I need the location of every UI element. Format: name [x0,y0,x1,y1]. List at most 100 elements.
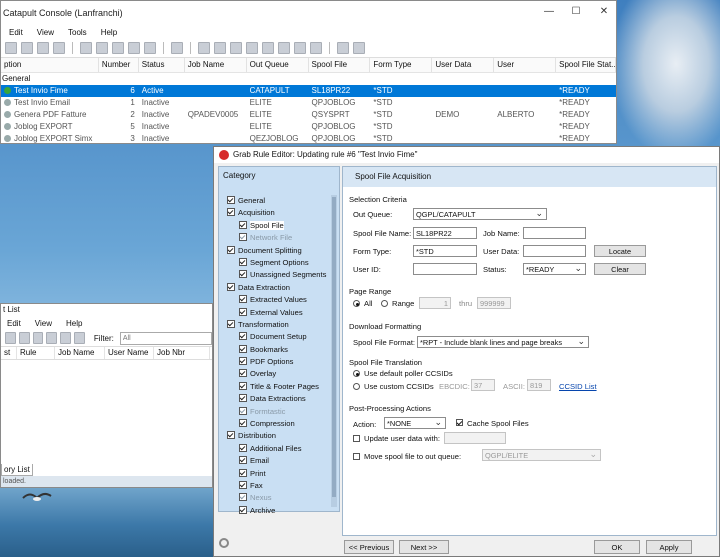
category-checkbox[interactable] [239,480,247,489]
apply-button[interactable]: Apply [646,540,692,554]
toolbar-edit-icon[interactable] [112,42,124,54]
col-st[interactable]: st [1,347,17,359]
ccsid-list-link[interactable]: CCSID List [559,382,597,391]
history-list-tab[interactable]: ory List [1,464,33,476]
toolbar-stepforward-icon[interactable] [310,42,322,54]
col-job-name[interactable]: Job Name [185,58,247,72]
close-icon[interactable]: ✕ [596,5,612,19]
category-item[interactable]: Archive [221,505,331,517]
category-item[interactable]: Compression [221,418,331,430]
clear-button[interactable]: Clear [594,263,646,275]
rl-toolbar-icon[interactable] [60,332,72,344]
category-item[interactable]: Transformation [221,319,331,331]
category-item[interactable]: Acquisition [221,207,331,219]
page-range-range-radio[interactable] [381,300,388,307]
status-select[interactable]: *READY [523,263,586,275]
page-range-all-radio[interactable] [353,300,360,307]
category-checkbox[interactable] [239,419,247,428]
rl-menu-edit[interactable]: Edit [7,319,21,328]
category-checkbox[interactable] [239,357,247,366]
category-checkbox[interactable] [239,332,247,341]
category-item[interactable]: PDF Options [221,356,331,368]
locate-button[interactable]: Locate [594,245,646,257]
category-item[interactable]: External Values [221,307,331,319]
toolbar-paste-icon[interactable] [96,42,108,54]
user-id-input[interactable] [413,263,477,275]
col-user[interactable]: User [494,58,557,72]
category-checkbox[interactable] [239,406,247,415]
menu-tools[interactable]: Tools [68,28,87,37]
category-checkbox[interactable] [239,381,247,390]
page-from-input[interactable]: 1 [419,297,451,309]
category-item[interactable]: Segment Options [221,257,331,269]
toolbar-delete-icon[interactable] [37,42,49,54]
col-description[interactable]: ption [1,58,99,72]
rl-toolbar-icon[interactable] [74,332,85,344]
update-user-data-input[interactable] [444,432,506,444]
category-item[interactable]: Network File [221,232,331,244]
minimize-icon[interactable]: — [541,5,557,19]
job-name-input[interactable] [523,227,586,239]
category-checkbox[interactable] [239,233,247,242]
spool-name-input[interactable]: SL18PR22 [413,227,477,239]
page-thru-input[interactable]: 999999 [477,297,511,309]
col-job-name[interactable]: Job Name [55,347,105,359]
toolbar-sync-icon[interactable] [171,42,183,54]
category-checkbox[interactable] [239,394,247,403]
toolbar-stop-icon[interactable] [144,42,156,54]
maximize-icon[interactable]: ☐ [568,5,584,19]
toolbar-settings-icon[interactable] [353,42,365,54]
table-row[interactable]: Test Invio Email 1 Inactive ELITE QPJOBLOG *S… [1,97,616,109]
category-checkbox[interactable] [239,220,247,229]
category-scrollbar[interactable] [331,195,337,507]
table-row[interactable]: Test Invio Fime 6 Active CATAPULT SL18PR22 *S… [1,85,616,97]
category-checkbox[interactable] [239,369,247,378]
ok-button[interactable]: OK [594,540,640,554]
form-type-input[interactable]: *STD [413,245,477,257]
group-general[interactable]: General [1,73,616,85]
menu-view[interactable]: View [37,28,54,37]
action-select[interactable]: *NONE [384,417,446,429]
rl-toolbar-icon[interactable] [18,332,30,344]
rl-menu-view[interactable]: View [35,319,52,328]
menu-edit[interactable]: Edit [9,28,23,37]
outq-select[interactable]: QGPL/CATAPULT [413,208,547,220]
update-user-data-checkbox[interactable] [353,435,360,442]
col-number[interactable]: Number [99,58,139,72]
toolbar-filter-icon[interactable] [246,42,258,54]
table-row[interactable]: Joblog EXPORT Simx 3 Inactive QEZJOBLOG QPJO… [1,133,616,143]
toolbar-play-icon[interactable] [294,42,306,54]
spool-format-select[interactable]: *RPT - Include blank lines and page brea… [417,336,589,348]
toolbar-new-icon[interactable] [5,42,17,54]
category-item[interactable]: Formtastic [221,406,331,418]
table-row[interactable]: Joblog EXPORT 5 Inactive ELITE QPJOBLOG *STD *… [1,121,616,133]
col-spool-file-status[interactable]: Spool File Stat... [556,58,616,72]
col-status[interactable]: Status [139,58,185,72]
col-job-nbr[interactable]: Job Nbr [154,347,210,359]
category-checkbox[interactable] [227,196,235,204]
category-checkbox[interactable] [239,270,247,279]
category-checkbox[interactable] [239,295,247,304]
category-item[interactable]: Unassigned Segments [221,269,331,281]
category-item[interactable]: Data Extractions [221,393,331,405]
filter-select[interactable]: All [119,331,212,345]
category-checkbox[interactable] [227,208,235,217]
category-item[interactable]: Additional Files [221,443,331,455]
category-item[interactable]: Document Splitting [221,245,331,257]
next-button[interactable]: Next >> [399,540,449,554]
settings-icon[interactable] [219,538,229,548]
category-checkbox[interactable] [239,456,247,465]
category-checkbox[interactable] [239,493,247,502]
toolbar-start-icon[interactable] [128,42,140,54]
rl-menu-help[interactable]: Help [66,319,82,328]
category-item[interactable]: Email [221,455,331,467]
category-item[interactable]: Data Extraction [221,282,331,294]
category-item[interactable]: Distribution [221,430,331,442]
col-user-name[interactable]: User Name [105,347,154,359]
toolbar-save-icon[interactable] [21,42,33,54]
category-item[interactable]: Document Setup [221,331,331,343]
toolbar-log-icon[interactable] [337,42,349,54]
toolbar-import-icon[interactable] [230,42,242,54]
category-checkbox[interactable] [227,431,235,440]
category-checkbox[interactable] [239,505,247,514]
